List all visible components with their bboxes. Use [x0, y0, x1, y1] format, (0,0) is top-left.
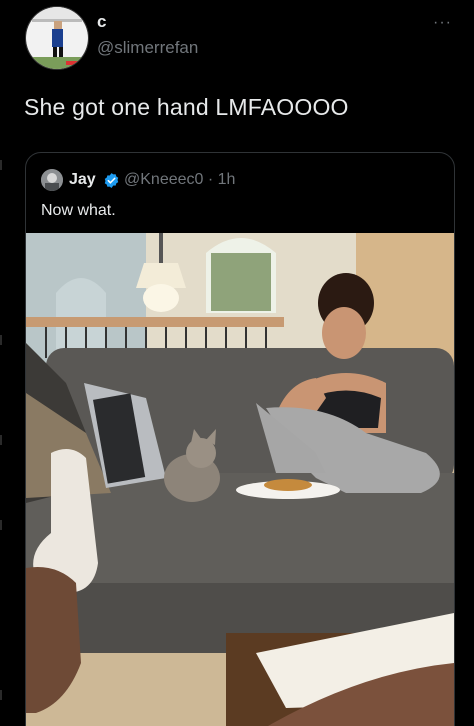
more-icon[interactable]: ··· — [433, 14, 452, 32]
quoted-tweet-text: Now what. — [41, 202, 116, 219]
quoted-avatar[interactable] — [41, 169, 63, 191]
user-handle[interactable]: @slimerrefan — [97, 38, 198, 58]
verified-badge-icon — [104, 173, 119, 188]
quoted-tweet[interactable]: Jay @Kneeec0 · 1h Now what. — [25, 152, 455, 726]
tweet-screen: c @slimerrefan ··· She got one hand LMFA… — [0, 0, 474, 726]
quoted-handle-time[interactable]: @Kneeec0 · 1h — [124, 171, 235, 189]
avatar-image — [26, 7, 88, 69]
display-name[interactable]: c — [97, 12, 106, 32]
tweet-text: She got one hand LMFAOOOO — [24, 94, 349, 120]
tweet-photo[interactable] — [26, 233, 454, 726]
quoted-avatar-image — [41, 169, 63, 191]
avatar[interactable] — [25, 6, 89, 70]
photo-illustration — [26, 233, 454, 726]
quoted-display-name[interactable]: Jay — [69, 171, 96, 189]
